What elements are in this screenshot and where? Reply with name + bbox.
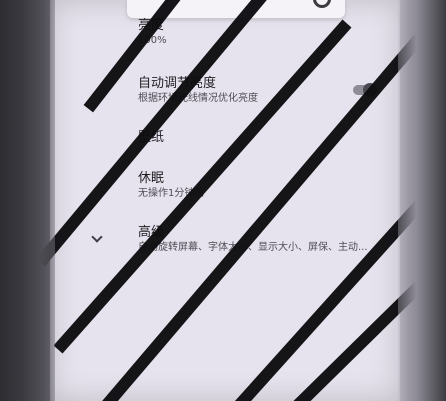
photo-frame: 亮度 100% 自动调节亮度 根据环境光线情况优化亮度 壁纸 休眠 无操作1分钟… bbox=[0, 0, 446, 401]
gear-icon[interactable] bbox=[313, 0, 331, 8]
auto-brightness-subtitle: 根据环境光线情况优化亮度 bbox=[138, 93, 258, 104]
toggle-thumb bbox=[363, 83, 377, 97]
sleep-subtitle: 无操作1分钟后 bbox=[138, 188, 205, 199]
top-card bbox=[127, 0, 345, 18]
wallpaper-setting[interactable]: 壁纸 bbox=[138, 130, 164, 146]
phone-bezel-right bbox=[398, 0, 446, 401]
advanced-setting[interactable]: 高级 自动旋转屏幕、字体大小、显示大小、屏保、主动... bbox=[138, 225, 368, 254]
sleep-setting[interactable]: 休眠 无操作1分钟后 bbox=[138, 171, 204, 200]
phone-screen bbox=[50, 0, 400, 401]
auto-brightness-setting[interactable]: 自动调节亮度 根据环境光线情况优化亮度 bbox=[138, 76, 258, 105]
wallpaper-title: 壁纸 bbox=[138, 130, 165, 145]
advanced-title: 高级 bbox=[138, 225, 165, 240]
auto-brightness-toggle[interactable] bbox=[353, 83, 377, 97]
brightness-title: 亮度 bbox=[138, 18, 165, 33]
brightness-setting[interactable]: 亮度 100% bbox=[138, 18, 167, 47]
auto-brightness-title: 自动调节亮度 bbox=[138, 76, 217, 91]
advanced-subtitle: 自动旋转屏幕、字体大小、显示大小、屏保、主动... bbox=[138, 242, 368, 253]
phone-bezel-left bbox=[0, 0, 55, 401]
sleep-title: 休眠 bbox=[138, 171, 165, 186]
brightness-value: 100% bbox=[138, 35, 167, 46]
